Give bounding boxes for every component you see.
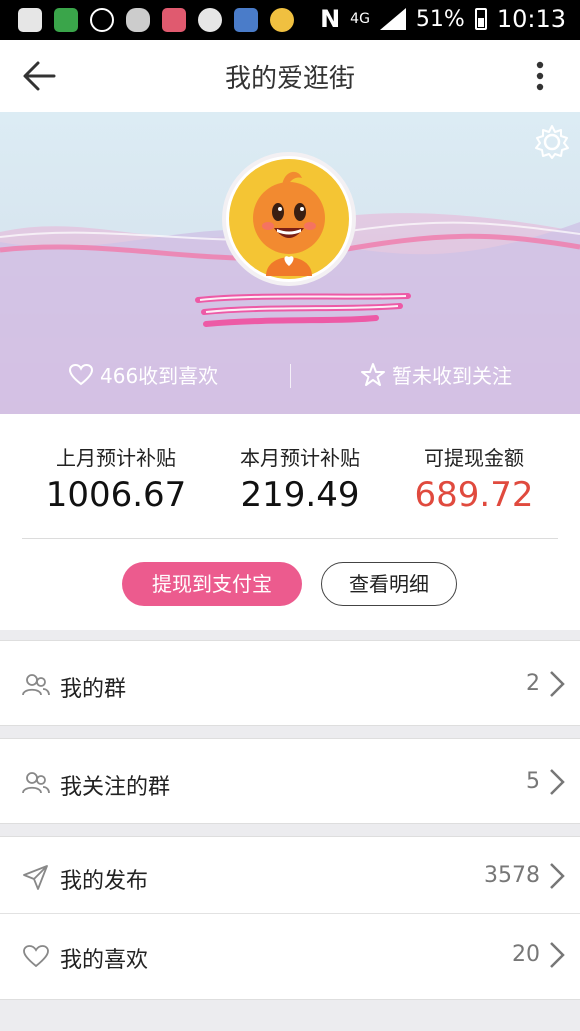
battery-icon: [474, 8, 487, 30]
last-month-value: 1006.67: [45, 475, 187, 515]
stats-divider: [290, 364, 291, 388]
profile-header: 466收到喜欢 暂未收到关注: [0, 112, 580, 414]
nfc-icon: N: [320, 5, 341, 33]
list-item-my-likes[interactable]: 我的喜欢 20: [0, 914, 580, 1000]
heart-outline-icon: [68, 363, 94, 385]
avatar[interactable]: [222, 152, 356, 286]
list-item-count: 20: [512, 942, 540, 967]
withdrawable-label: 可提现金额: [424, 446, 524, 470]
sun-cloud-notification-icon: [270, 8, 294, 32]
card-divider: [22, 538, 558, 539]
list-item-count: 2: [526, 671, 540, 696]
list-item-label: 我关注的群: [60, 775, 171, 800]
title-bar: 我的爱逛街: [0, 40, 580, 112]
withdraw-to-alipay-button[interactable]: 提现到支付宝: [122, 562, 302, 606]
this-month-label: 本月预计补贴: [240, 446, 360, 470]
chat-notification-icon: [18, 8, 42, 32]
list-item-label: 我的喜欢: [60, 948, 149, 973]
send-icon: [23, 865, 48, 890]
wechat-notification-icon: [198, 8, 222, 32]
status-bar: N 4G 51% 10:13: [0, 0, 580, 40]
this-month-value: 219.49: [240, 475, 360, 515]
list-item-followed-groups[interactable]: 我关注的群 5: [0, 738, 580, 824]
notification-icons: [18, 8, 294, 32]
list-item-count: 3578: [484, 863, 540, 888]
sms-notification-icon: [126, 8, 150, 32]
list-item-my-posts[interactable]: 我的发布 3578: [0, 836, 580, 914]
network-type: 4G: [350, 11, 370, 27]
group-icon: [22, 772, 50, 794]
list-item-label: 我的群: [60, 677, 127, 702]
view-details-button[interactable]: 查看明细: [321, 562, 457, 606]
this-month-subsidy: 本月预计补贴 219.49: [210, 442, 390, 515]
clock: 10:13: [496, 5, 566, 33]
follows-text: 暂未收到关注: [392, 364, 512, 388]
subsidy-card: 上月预计补贴 1006.67 本月预计补贴 219.49 可提现金额 689.7…: [0, 414, 580, 630]
weather-notification-icon: [90, 8, 114, 32]
withdrawable-amount: 可提现金额 689.72: [384, 442, 564, 515]
chevron-right-icon: [550, 769, 565, 795]
settings-gear-icon[interactable]: [534, 124, 570, 160]
chevron-right-icon: [550, 863, 565, 889]
signal-icon: [379, 8, 406, 30]
last-month-label: 上月预计补贴: [56, 446, 176, 470]
more-menu-icon[interactable]: [522, 58, 558, 94]
likes-received[interactable]: 466收到喜欢: [68, 360, 218, 389]
chevron-right-icon: [550, 671, 565, 697]
shopping-notification-icon: [162, 8, 186, 32]
mascot-avatar-image: [229, 159, 349, 279]
app-p-notification-icon: [54, 8, 78, 32]
likes-text: 466收到喜欢: [100, 364, 219, 388]
battery-percent: 51%: [415, 6, 465, 32]
follows-received[interactable]: 暂未收到关注: [360, 360, 512, 389]
last-month-subsidy: 上月预计补贴 1006.67: [26, 442, 206, 515]
group-icon: [22, 674, 50, 696]
page-title: 我的爱逛街: [224, 64, 355, 94]
withdrawable-value: 689.72: [414, 475, 534, 515]
chevron-right-icon: [550, 942, 565, 968]
profile-stats: 466收到喜欢 暂未收到关注: [0, 360, 580, 392]
username-redacted: [195, 293, 411, 327]
list-item-count: 5: [526, 769, 540, 794]
list-item-my-groups[interactable]: 我的群 2: [0, 640, 580, 726]
bank-notification-icon: [234, 8, 258, 32]
list-item-label: 我的发布: [60, 869, 149, 894]
star-outline-icon: [361, 362, 385, 386]
heart-icon: [23, 945, 49, 968]
